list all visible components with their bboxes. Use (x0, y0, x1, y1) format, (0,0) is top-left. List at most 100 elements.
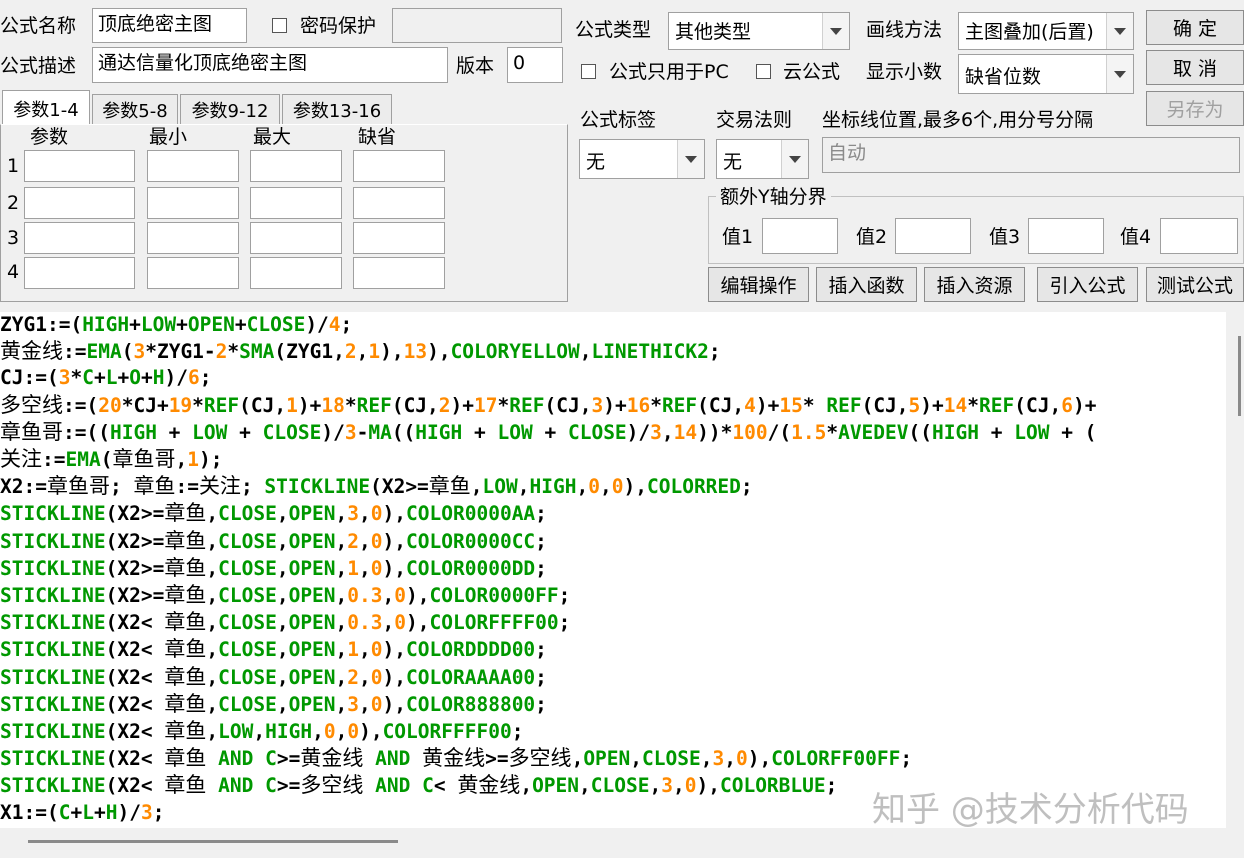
code-line: STICKLINE(X2< 章鱼,CLOSE,OPEN,2,0),COLORAA… (0, 664, 547, 689)
param-row-num: 3 (7, 227, 20, 249)
code-line: STICKLINE(X2>=章鱼,CLOSE,OPEN,3,0),COLOR00… (0, 501, 547, 526)
param-max-input[interactable] (250, 187, 342, 219)
trade-rule-label: 交易法则 (716, 109, 793, 131)
param-default-input[interactable] (353, 150, 445, 182)
param-default-input[interactable] (353, 257, 445, 289)
horizontal-scrollbar[interactable] (0, 828, 1244, 858)
chevron-down-icon[interactable] (1106, 55, 1133, 93)
param-row-num: 4 (7, 261, 20, 283)
formula-type-label: 公式类型 (575, 19, 652, 41)
param-name-input[interactable] (24, 257, 135, 289)
chevron-down-icon[interactable] (1106, 13, 1133, 49)
code-line: STICKLINE(X2< 章鱼,LOW,HIGH,0,0),COLORFFFF… (0, 719, 524, 744)
insert-resource-button[interactable]: 插入资源 (924, 267, 1025, 302)
formula-name-input[interactable]: 顶底绝密主图 (92, 8, 247, 43)
cloud-checkbox[interactable] (756, 64, 771, 79)
trade-rule-select[interactable]: 无 (716, 139, 809, 179)
edit-operation-button[interactable]: 编辑操作 (708, 267, 809, 302)
vertical-scrollbar-thumb[interactable] (1238, 336, 1241, 416)
param-max-input[interactable] (250, 222, 342, 254)
pc-only-checkbox[interactable] (581, 64, 596, 79)
param-name-input[interactable] (24, 187, 135, 219)
formula-desc-label: 公式描述 (0, 55, 77, 77)
code-line: 黄金线:=EMA(3*ZYG1-2*SMA(ZYG1,2,1),13),COLO… (0, 339, 721, 364)
value4-label: 值4 (1120, 226, 1152, 248)
code-line: 章鱼哥:=((HIGH + LOW + CLOSE)/3-MA((HIGH + … (0, 419, 1097, 444)
code-line: X2:=章鱼哥; 章鱼:=关注; STICKLINE(X2>=章鱼,LOW,HI… (0, 474, 753, 499)
tag-select[interactable]: 无 (579, 139, 705, 179)
save-as-button[interactable]: 另存为 (1146, 91, 1244, 126)
version-input[interactable]: 0 (507, 47, 563, 83)
param-row-num: 2 (7, 192, 20, 214)
param-default-input[interactable] (353, 187, 445, 219)
coord-line-input: 自动 (822, 137, 1240, 173)
code-editor[interactable]: ZYG1:=(HIGH+LOW+OPEN+CLOSE)/4; 黄金线:=EMA(3… (0, 312, 1226, 828)
code-line: STICKLINE(X2< 章鱼,CLOSE,OPEN,0.3,0),COLOR… (0, 610, 571, 635)
tag-value: 无 (586, 151, 606, 173)
chevron-down-icon[interactable] (677, 140, 704, 178)
formula-type-select[interactable]: 其他类型 (668, 12, 850, 50)
import-formula-button[interactable]: 引入公式 (1037, 267, 1138, 302)
password-input (392, 8, 562, 43)
ok-button[interactable]: 确 定 (1146, 10, 1244, 45)
param-header-max: 最大 (253, 126, 292, 148)
code-line: 多空线:=(20*CJ+19*REF(CJ,1)+18*REF(CJ,2)+17… (0, 392, 1097, 417)
param-header-default: 缺省 (358, 126, 397, 148)
code-line: STICKLINE(X2>=章鱼,CLOSE,OPEN,0.3,0),COLOR… (0, 583, 571, 608)
code-line: STICKLINE(X2< 章鱼,CLOSE,OPEN,3,0),COLOR88… (0, 691, 547, 716)
code-line: STICKLINE(X2>=章鱼,CLOSE,OPEN,2,0),COLOR00… (0, 528, 547, 553)
draw-method-value: 主图叠加(后置) (965, 21, 1094, 43)
tab-params-9-12[interactable]: 参数9-12 (180, 94, 280, 124)
value1-input[interactable] (762, 218, 838, 254)
watermark: 知乎 @技术分析代码 (872, 790, 1189, 828)
tab-params-5-8[interactable]: 参数5-8 (92, 94, 178, 124)
param-max-input[interactable] (250, 257, 342, 289)
horizontal-scrollbar-thumb[interactable] (28, 840, 398, 843)
draw-method-select[interactable]: 主图叠加(后置) (958, 12, 1134, 50)
param-header-min: 最小 (149, 126, 188, 148)
tag-label: 公式标签 (580, 109, 657, 131)
code-text: ZYG1:=(HIGH+LOW+OPEN+CLOSE)/4; 黄金线:=EMA(3… (0, 312, 1096, 828)
param-row-num: 1 (7, 155, 20, 177)
tab-params-13-16[interactable]: 参数13-16 (282, 94, 392, 124)
insert-function-button[interactable]: 插入函数 (816, 267, 917, 302)
password-checkbox[interactable] (272, 18, 287, 33)
version-label: 版本 (456, 55, 495, 77)
param-max-input[interactable] (250, 150, 342, 182)
vertical-scrollbar[interactable] (1226, 312, 1244, 828)
decimals-value: 缺省位数 (965, 66, 1042, 88)
param-default-input[interactable] (353, 222, 445, 254)
code-line: STICKLINE(X2>=章鱼,CLOSE,OPEN,1,0),COLOR00… (0, 555, 547, 580)
params-panel: 参数 最小 最大 缺省 1 2 3 4 (0, 124, 568, 302)
code-line: STICKLINE(X2< 章鱼 AND C>=黄金线 AND 黄金线>=多空线… (0, 746, 913, 771)
coord-line-label: 坐标线位置,最多6个,用分号分隔 (822, 109, 1094, 131)
formula-desc-input[interactable]: 通达信量化顶底绝密主图 (92, 47, 448, 83)
param-min-input[interactable] (147, 222, 239, 254)
trade-rule-value: 无 (723, 151, 743, 173)
extra-y-axis-label: 额外Y轴分界 (716, 184, 831, 210)
code-line: ZYG1:=(HIGH+LOW+OPEN+CLOSE)/4; (0, 313, 353, 336)
param-name-input[interactable] (24, 150, 135, 182)
param-min-input[interactable] (147, 187, 239, 219)
param-header-name: 参数 (30, 126, 69, 148)
param-min-input[interactable] (147, 257, 239, 289)
code-line: 关注:=EMA(章鱼哥,1); (0, 447, 223, 472)
value3-input[interactable] (1028, 218, 1104, 254)
draw-method-label: 画线方法 (866, 19, 943, 41)
tab-params-1-4[interactable]: 参数1-4 (2, 90, 90, 126)
value2-label: 值2 (856, 226, 888, 248)
decimals-select[interactable]: 缺省位数 (958, 54, 1134, 94)
chevron-down-icon[interactable] (781, 140, 808, 178)
param-min-input[interactable] (147, 150, 239, 182)
formula-type-value: 其他类型 (675, 21, 752, 43)
formula-name-label: 公式名称 (0, 15, 77, 37)
value4-input[interactable] (1160, 218, 1238, 254)
password-label: 密码保护 (300, 15, 377, 37)
code-line: STICKLINE(X2< 章鱼,CLOSE,OPEN,1,0),COLORDD… (0, 637, 547, 662)
value3-label: 值3 (989, 226, 1021, 248)
value2-input[interactable] (895, 218, 971, 254)
cancel-button[interactable]: 取 消 (1146, 50, 1244, 85)
param-name-input[interactable] (24, 222, 135, 254)
chevron-down-icon[interactable] (822, 13, 849, 49)
test-formula-button[interactable]: 测试公式 (1146, 267, 1244, 302)
